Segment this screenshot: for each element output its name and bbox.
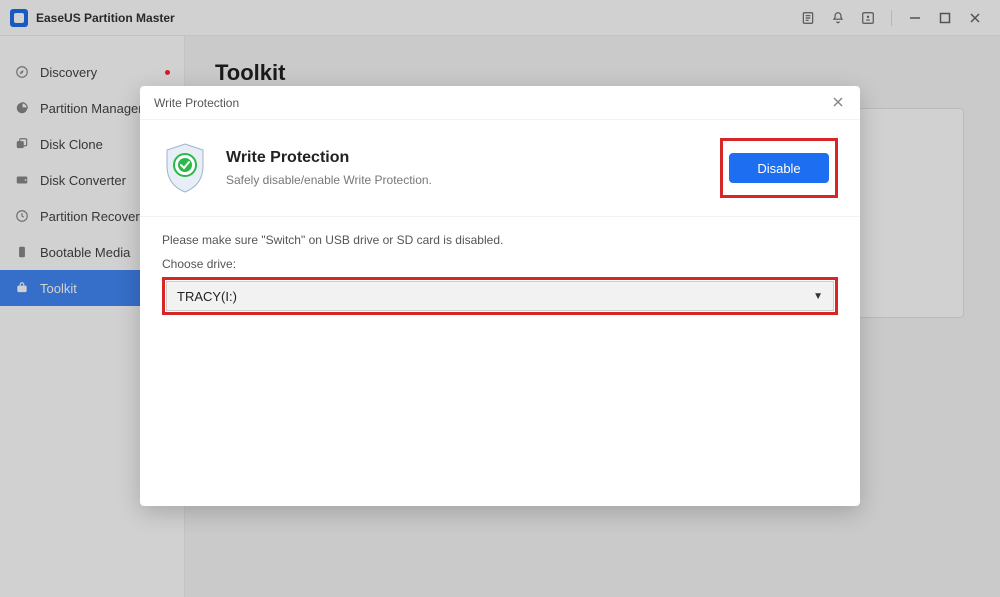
modal-hero: Write Protection Safely disable/enable W… <box>140 120 860 217</box>
disable-button[interactable]: Disable <box>729 153 829 183</box>
disable-highlight: Disable <box>720 138 838 198</box>
modal-title: Write Protection <box>154 96 239 110</box>
hero-text: Write Protection Safely disable/enable W… <box>226 149 432 187</box>
hero-title: Write Protection <box>226 149 432 167</box>
switch-note: Please make sure "Switch" on USB drive o… <box>162 233 838 247</box>
write-protection-modal: Write Protection Write Protection Safely… <box>140 86 860 506</box>
drive-select-value: TRACY(I:) <box>177 289 237 304</box>
modal-header: Write Protection <box>140 86 860 120</box>
drive-select[interactable]: TRACY(I:) ▼ <box>166 281 834 311</box>
choose-drive-label: Choose drive: <box>162 257 838 271</box>
drive-select-highlight: TRACY(I:) ▼ <box>162 277 838 315</box>
modal-body: Please make sure "Switch" on USB drive o… <box>140 217 860 331</box>
chevron-down-icon: ▼ <box>813 291 823 302</box>
close-icon[interactable] <box>832 96 846 110</box>
shield-icon <box>162 142 208 194</box>
hero-subtitle: Safely disable/enable Write Protection. <box>226 173 432 187</box>
